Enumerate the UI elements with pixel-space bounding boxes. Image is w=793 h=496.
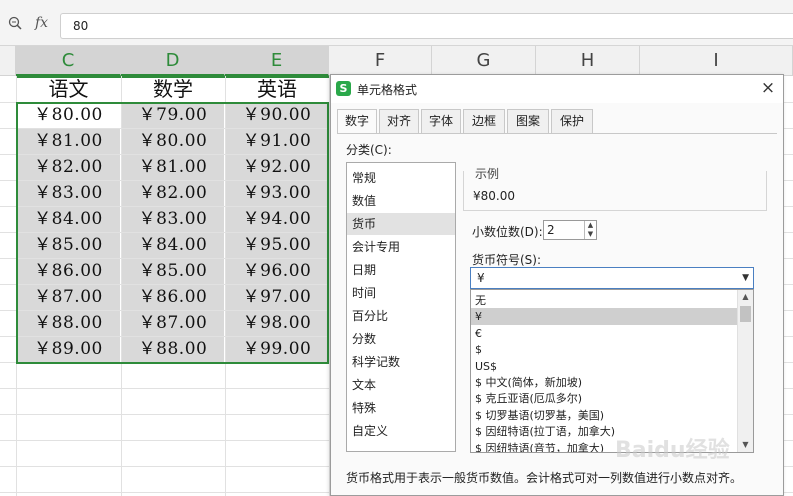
- tab-number[interactable]: 数字: [337, 109, 377, 134]
- dropdown-arrow-icon[interactable]: ▼: [742, 268, 749, 288]
- currency-option[interactable]: $: [471, 341, 737, 358]
- header-cell-math[interactable]: 数学: [122, 77, 224, 102]
- currency-option[interactable]: €: [471, 325, 737, 342]
- table-cell[interactable]: ￥84.00: [17, 207, 120, 232]
- table-cell[interactable]: ￥83.00: [17, 181, 120, 206]
- dialog-title: 单元格格式: [357, 83, 418, 97]
- table-cell[interactable]: ￥85.00: [17, 233, 120, 258]
- table-cell[interactable]: ￥83.00: [122, 207, 224, 232]
- column-header-i[interactable]: I: [640, 46, 793, 76]
- formula-input[interactable]: 80: [60, 13, 793, 39]
- table-cell[interactable]: ￥84.00: [122, 233, 224, 258]
- table-cell[interactable]: ￥99.00: [226, 337, 328, 362]
- corner-cell[interactable]: [0, 46, 16, 76]
- spin-up-icon[interactable]: ▲: [584, 221, 596, 230]
- scroll-up-icon[interactable]: ▲: [738, 290, 753, 304]
- zoom-icon[interactable]: [8, 16, 22, 30]
- table-cell[interactable]: ￥90.00: [226, 103, 328, 128]
- table-cell[interactable]: ￥82.00: [122, 181, 224, 206]
- header-cell-english[interactable]: 英语: [226, 77, 328, 102]
- table-cell[interactable]: ￥88.00: [122, 337, 224, 362]
- column-header-f[interactable]: F: [329, 46, 432, 76]
- column-header-row: C D E F G H I: [0, 46, 793, 76]
- tab-pattern[interactable]: 图案: [507, 109, 549, 133]
- tab-font[interactable]: 字体: [421, 109, 461, 133]
- table-cell[interactable]: ￥81.00: [17, 129, 120, 154]
- table-cell[interactable]: ￥80.00: [17, 103, 120, 128]
- close-icon[interactable]: ×: [759, 79, 777, 97]
- baidu-watermark: Baidu经验: [615, 438, 730, 463]
- table-cell[interactable]: ￥86.00: [122, 285, 224, 310]
- scroll-down-icon[interactable]: ▼: [738, 438, 753, 452]
- format-description: 货币格式用于表示一般货币数值。会计格式可对一列数值进行小数点对齐。: [346, 471, 743, 485]
- tab-panel-divider: [337, 133, 777, 134]
- column-header-d[interactable]: D: [121, 46, 225, 76]
- category-list[interactable]: 常规 数值 货币 会计专用 日期 时间 百分比 分数 科学记数 文本 特殊 自定义: [346, 162, 456, 452]
- sample-label: 示例: [473, 165, 502, 182]
- currency-symbol-select[interactable]: ¥ ▼: [470, 267, 754, 289]
- category-item[interactable]: 常规: [347, 167, 455, 189]
- category-label: 分类(C):: [346, 143, 392, 157]
- table-cell[interactable]: ￥80.00: [122, 129, 224, 154]
- decimal-places-label: 小数位数(D):: [472, 225, 543, 239]
- tab-alignment[interactable]: 对齐: [379, 109, 419, 133]
- table-cell[interactable]: ￥87.00: [17, 285, 120, 310]
- table-cell[interactable]: ￥85.00: [122, 259, 224, 284]
- table-cell[interactable]: ￥94.00: [226, 207, 328, 232]
- tab-protection[interactable]: 保护: [551, 109, 593, 133]
- currency-symbol-label: 货币符号(S):: [472, 253, 542, 267]
- decimal-places-value: 2: [547, 223, 555, 237]
- dialog-titlebar: S 单元格格式 ×: [331, 75, 783, 103]
- category-item[interactable]: 分数: [347, 328, 455, 350]
- sample-value: ¥80.00: [473, 189, 515, 203]
- column-header-g[interactable]: G: [432, 46, 536, 76]
- table-cell[interactable]: ￥96.00: [226, 259, 328, 284]
- table-cell[interactable]: ￥87.00: [122, 311, 224, 336]
- column-header-h[interactable]: H: [536, 46, 640, 76]
- table-cell[interactable]: ￥98.00: [226, 311, 328, 336]
- currency-option[interactable]: US$: [471, 358, 737, 375]
- spin-down-icon[interactable]: ▼: [584, 230, 596, 239]
- table-cell[interactable]: ￥93.00: [226, 181, 328, 206]
- category-item[interactable]: 科学记数: [347, 351, 455, 373]
- category-item[interactable]: 货币: [347, 213, 455, 235]
- currency-list-scrollbar[interactable]: ▲ ▼: [737, 290, 753, 452]
- table-cell[interactable]: ￥82.00: [17, 155, 120, 180]
- currency-option[interactable]: $ 切罗基语(切罗基，美国): [471, 407, 737, 424]
- header-cell-chinese[interactable]: 语文: [17, 77, 120, 102]
- table-cell[interactable]: ￥95.00: [226, 233, 328, 258]
- tab-border[interactable]: 边框: [463, 109, 505, 133]
- table-cell[interactable]: ￥88.00: [17, 311, 120, 336]
- currency-selected-value: ¥: [477, 271, 485, 285]
- column-header-c[interactable]: C: [16, 46, 121, 76]
- category-item[interactable]: 时间: [347, 282, 455, 304]
- scroll-thumb[interactable]: [740, 306, 751, 322]
- formula-bar: fx 80: [0, 0, 793, 46]
- wps-app-icon: S: [336, 81, 351, 96]
- category-item[interactable]: 自定义: [347, 420, 455, 442]
- currency-option[interactable]: $ 中文(简体，新加坡): [471, 374, 737, 391]
- table-cell[interactable]: ￥86.00: [17, 259, 120, 284]
- table-cell[interactable]: ￥89.00: [17, 337, 120, 362]
- table-cell[interactable]: ￥92.00: [226, 155, 328, 180]
- category-item[interactable]: 数值: [347, 190, 455, 212]
- currency-options-list[interactable]: 无 ¥ € $ US$ $ 中文(简体，新加坡) $ 克丘亚语(厄瓜多尔) $ 切罗基语(切罗…: [470, 289, 754, 453]
- category-item[interactable]: 文本: [347, 374, 455, 396]
- table-cell[interactable]: ￥97.00: [226, 285, 328, 310]
- category-item[interactable]: 日期: [347, 259, 455, 281]
- fx-icon[interactable]: fx: [35, 15, 48, 31]
- table-cell[interactable]: ￥79.00: [122, 103, 224, 128]
- currency-option[interactable]: 无: [471, 292, 737, 309]
- table-cell[interactable]: ￥81.00: [122, 155, 224, 180]
- category-item[interactable]: 百分比: [347, 305, 455, 327]
- currency-option[interactable]: $ 克丘亚语(厄瓜多尔): [471, 390, 737, 407]
- column-header-e[interactable]: E: [225, 46, 329, 76]
- table-cell[interactable]: ￥91.00: [226, 129, 328, 154]
- category-item[interactable]: 会计专用: [347, 236, 455, 258]
- category-item[interactable]: 特殊: [347, 397, 455, 419]
- decimal-places-stepper[interactable]: 2 ▲ ▼: [543, 220, 597, 240]
- currency-option[interactable]: ¥: [471, 308, 737, 326]
